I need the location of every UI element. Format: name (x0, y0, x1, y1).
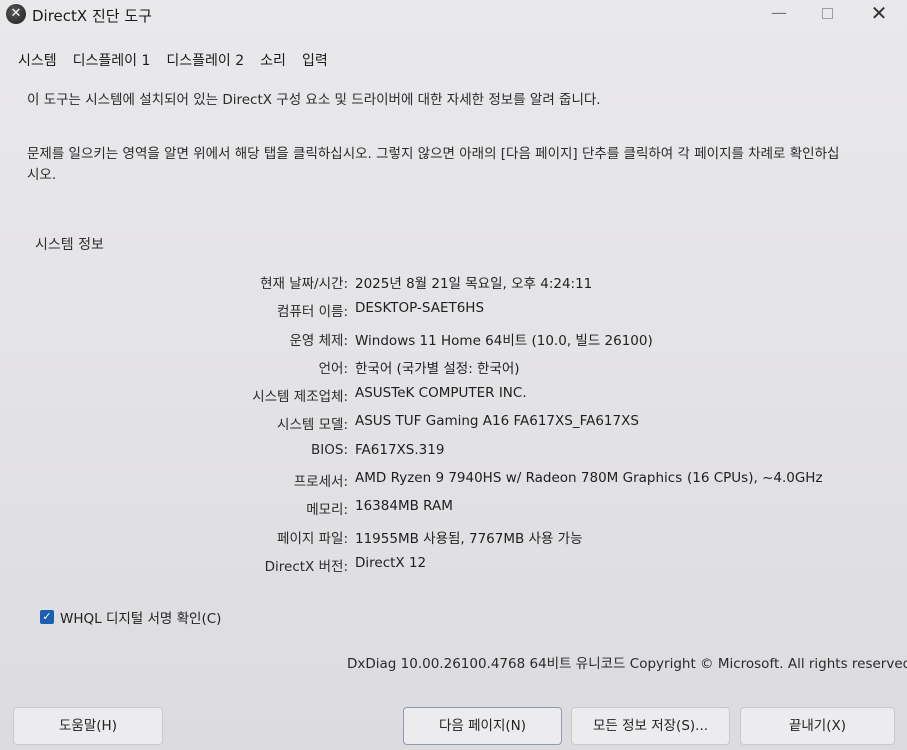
info-label: 프로세서: (293, 474, 348, 491)
tab-display-2[interactable]: 디스플레이 2 (158, 46, 252, 74)
info-row-datetime: 현재 날짜/시간: 2025년 8월 21일 목요일, 오후 4:24:11 (150, 268, 870, 296)
title-bar: ✕ DirectX 진단 도구 — ✕ (0, 0, 907, 30)
next-page-button[interactable]: 다음 페이지(N) (403, 707, 562, 745)
info-label: 컴퓨터 이름: (277, 304, 348, 321)
info-row-directx: DirectX 버전: DirectX 12 (150, 551, 870, 579)
info-value: ASUSTeK COMPUTER INC. (355, 385, 527, 402)
help-button[interactable]: 도움말(H) (13, 707, 163, 745)
info-value: DESKTOP-SAET6HS (355, 300, 485, 317)
maximize-button[interactable] (803, 0, 851, 28)
info-value: AMD Ryzen 9 7940HS w/ Radeon 780M Graphi… (355, 470, 683, 487)
info-value: DirectX 12 (355, 554, 427, 571)
info-value: ASUS TUF Gaming A16 FA617XS_FA617XS (355, 413, 639, 430)
maximize-icon (821, 8, 833, 19)
info-row-language: 언어: 한국어 (국가별 설정: 한국어) (150, 353, 870, 381)
tab-input[interactable]: 입력 (294, 46, 336, 74)
exit-button[interactable]: 끝내기(X) (740, 707, 895, 745)
tab-display-1[interactable]: 디스플레이 1 (65, 46, 159, 74)
info-row-computer-name: 컴퓨터 이름: DESKTOP-SAET6HS (150, 296, 870, 324)
tab-sound[interactable]: 소리 (252, 46, 294, 74)
info-label: 페이지 파일: (277, 530, 348, 547)
info-row-os: 운영 체제: Windows 11 Home 64비트 (10.0, 빌드 26… (150, 325, 870, 353)
save-all-info-button[interactable]: 모든 정보 저장(S)... (571, 707, 730, 745)
info-label: BIOS: (311, 441, 348, 458)
info-row-model: 시스템 모델: ASUS TUF Gaming A16 FA617XS_FA61… (150, 409, 870, 437)
intro-text: 이 도구는 시스템에 설치되어 있는 DirectX 구성 요소 및 드라이버에… (27, 92, 601, 108)
info-label: 시스템 모델: (277, 417, 348, 434)
minimize-button[interactable]: — (755, 0, 803, 28)
directx-icon: ✕ (6, 4, 26, 24)
info-row-manufacturer: 시스템 제조업체: ASUSTeK COMPUTER INC. (150, 381, 870, 409)
info-row-memory: 메모리: 16384MB RAM (150, 494, 870, 522)
info-label: 시스템 제조업체: (252, 389, 348, 406)
system-info-title: 시스템 정보 (35, 237, 104, 253)
info-label: DirectX 버전: (264, 558, 348, 575)
info-label: 운영 체제: (289, 332, 348, 349)
info-value: 11955MB 사용됨, 7767MB 사용 가능 (355, 530, 583, 547)
checkmark-icon[interactable]: ✓ (40, 610, 54, 624)
version-copyright: DxDiag 10.00.26100.4768 64비트 유니코드 Copyri… (347, 656, 907, 672)
info-row-page-file: 페이지 파일: 11955MB 사용됨, 7767MB 사용 가능 (150, 523, 870, 551)
tab-system[interactable]: 시스템 (10, 46, 65, 74)
whql-label: WHQL 디지털 서명 확인(C) (60, 611, 222, 627)
instruction-text: 문제를 일으키는 영역을 알면 위에서 해당 탭을 클릭하십시오. 그렇지 않으… (27, 146, 840, 183)
info-value: 16384MB RAM (355, 498, 453, 515)
info-value: Windows 11 Home 64비트 (10.0, 빌드 26100) (355, 332, 653, 349)
info-value: FA617XS.319 (355, 441, 445, 458)
close-button[interactable]: ✕ (855, 0, 903, 28)
tab-bar: 시스템 디스플레이 1 디스플레이 2 소리 입력 (10, 46, 336, 74)
info-row-bios: BIOS: FA617XS.319 (150, 438, 870, 466)
info-label: 현재 날짜/시간: (260, 276, 348, 292)
window-title: DirectX 진단 도구 (32, 7, 152, 25)
info-label: 메모리: (306, 502, 348, 519)
info-value: 한국어 (국가별 설정: 한국어) (355, 360, 520, 377)
info-value: 2025년 8월 21일 목요일, 오후 4:24:11 (355, 276, 593, 292)
whql-checkbox[interactable]: ✓ WHQL 디지털 서명 확인(C) (40, 607, 221, 627)
info-row-processor: 프로세서: AMD Ryzen 9 7940HS w/ Radeon 780M … (150, 466, 870, 494)
system-info-panel: 현재 날짜/시간: 2025년 8월 21일 목요일, 오후 4:24:11 컴… (150, 268, 870, 579)
info-label: 언어: (318, 360, 348, 377)
info-value-extra: (16 CPUs), ~4.0GHz (687, 470, 823, 487)
